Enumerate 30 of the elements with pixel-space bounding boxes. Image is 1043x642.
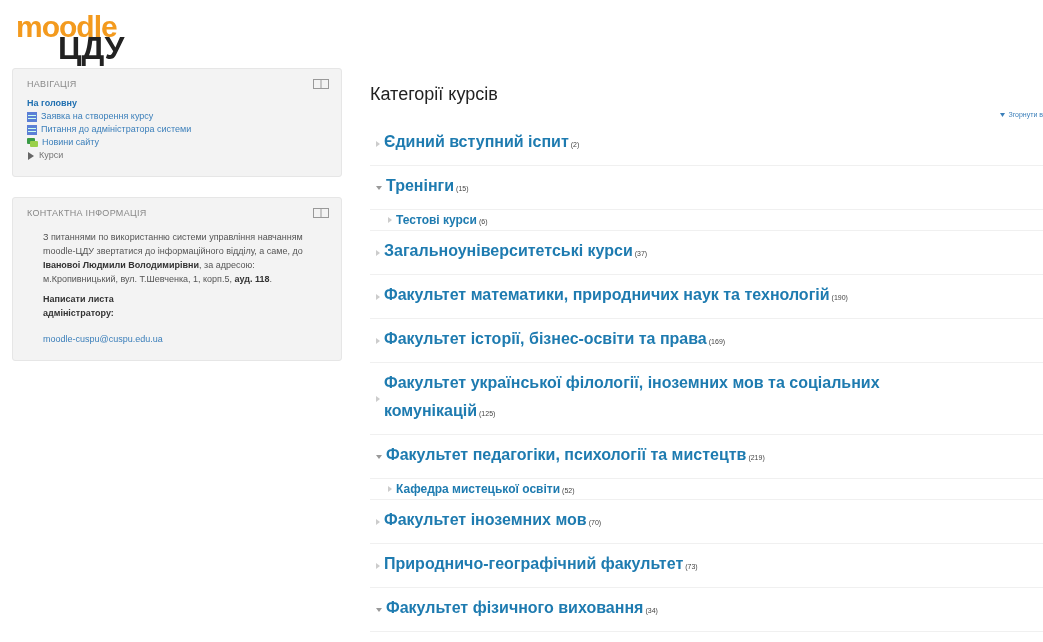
toggle-icon[interactable] xyxy=(376,337,380,344)
email-link[interactable]: moodle-cuspu@cuspu.edu.ua xyxy=(43,332,163,346)
nav-link[interactable]: Курси xyxy=(39,149,64,162)
page-icon xyxy=(27,111,37,122)
toggle-icon[interactable] xyxy=(376,249,380,256)
toggle-icon[interactable] xyxy=(376,185,382,190)
toggle-icon[interactable] xyxy=(376,562,380,569)
nav-link[interactable]: Новини сайту xyxy=(42,136,100,149)
chat-icon xyxy=(27,137,38,148)
nav-link[interactable]: На головну xyxy=(27,97,77,110)
block-title: КОНТАКТНА ІНФОРМАЦІЯ xyxy=(27,208,147,218)
write-label: Написати листа адміністратору: xyxy=(43,293,115,320)
toggle-icon[interactable] xyxy=(376,293,380,300)
nav-link[interactable]: Питання до адміністратора системи xyxy=(41,123,192,136)
dock-icon[interactable] xyxy=(313,79,329,89)
contact-text: З питаннями по використанню системи управління навчанням moodle-ЦДУ звертатися до інформаційного відділу, а саме, до Івановоі Людмили Володимирівни, за адресою: м.Кропивницький, вул. Т.Шевченка, 1, корп.5, ауд. 118. xyxy=(43,231,304,286)
toggle-icon[interactable] xyxy=(388,217,392,223)
dock-icon[interactable] xyxy=(313,208,329,218)
expand-icon[interactable] xyxy=(27,151,35,160)
toggle-icon[interactable] xyxy=(388,486,392,492)
toggle-icon[interactable] xyxy=(376,607,382,612)
page-icon xyxy=(27,124,37,135)
block-title: НАВІГАЦІЯ xyxy=(27,79,77,89)
toggle-icon[interactable] xyxy=(376,454,382,459)
caret-icon xyxy=(1000,112,1006,117)
nav-link[interactable]: Заявка на створення курсу xyxy=(41,110,154,123)
toggle-icon[interactable] xyxy=(376,140,380,147)
toggle-icon[interactable] xyxy=(376,518,380,525)
page-title: Категорії курсів xyxy=(370,84,499,105)
toggle-icon[interactable] xyxy=(376,395,380,402)
